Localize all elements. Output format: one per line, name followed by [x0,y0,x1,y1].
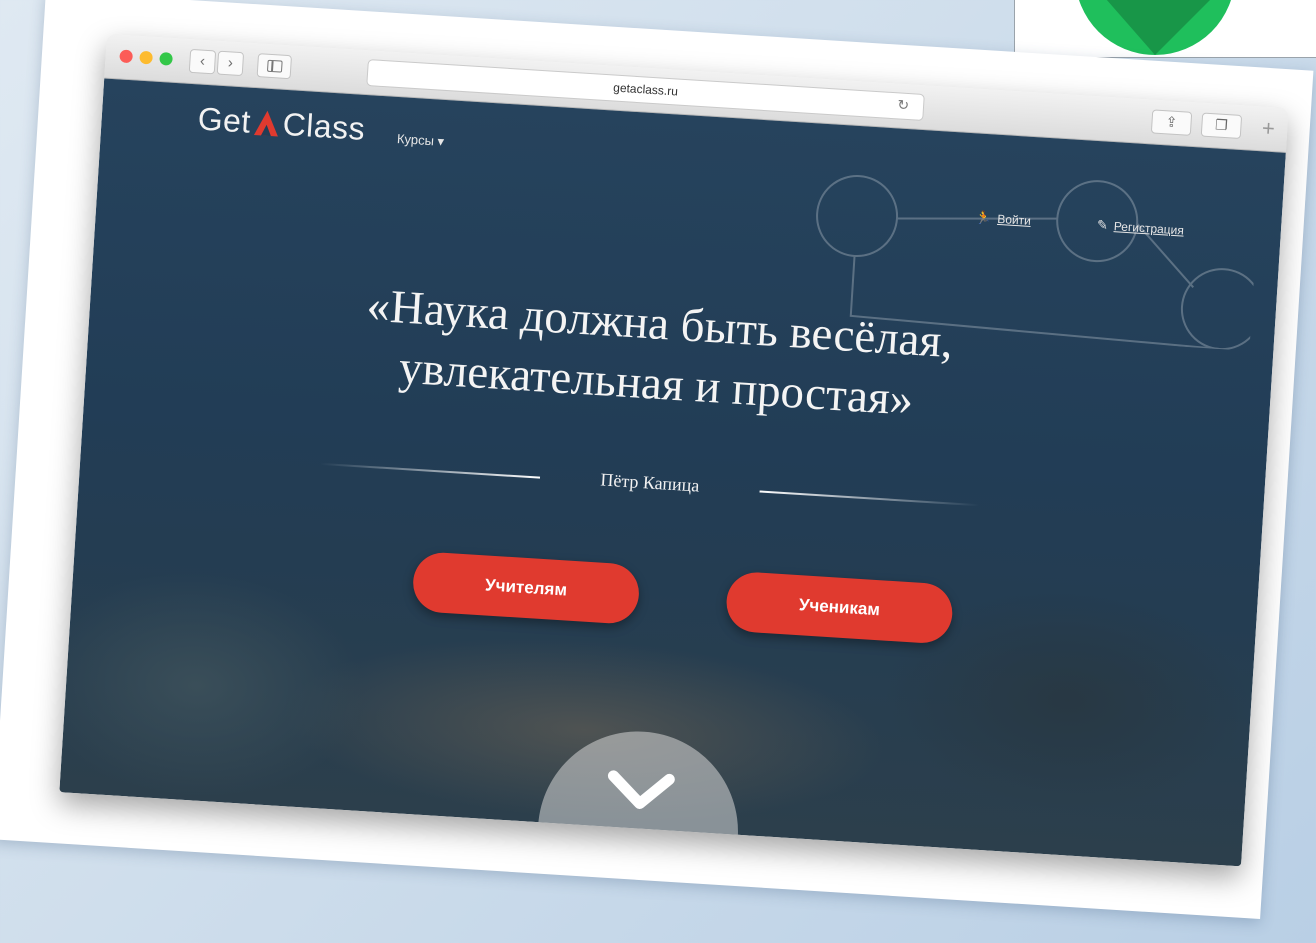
back-button[interactable]: ‹ [188,48,217,75]
share-icon: ⇪ [1165,113,1178,130]
forward-button[interactable]: › [216,50,245,77]
new-tab-button[interactable]: + [1252,115,1284,148]
login-link[interactable]: 🏃 Войти [975,209,1032,228]
logo-a-icon [254,110,278,137]
teachers-button[interactable]: Учителям [411,550,641,626]
browser-window: ‹ › getaclass.ru ↻ ⇪ ❐ + Get Class Курсы… [59,33,1289,867]
login-label: Войти [996,211,1032,228]
site-logo[interactable]: Get Class [197,100,367,147]
tabs-icon: ❐ [1214,116,1229,134]
hero-section: Get Class Курсы ▾ 🏃 Войти ✎ Регистрация «Н… [59,78,1286,867]
courses-menu[interactable]: Курсы ▾ [396,131,445,150]
reload-icon[interactable]: ↻ [897,96,910,114]
students-button[interactable]: Ученикам [724,570,955,645]
sidebar-icon [266,59,283,73]
logo-text-get: Get [196,100,252,140]
register-label: Регистрация [1113,219,1185,238]
close-window-button[interactable] [119,49,134,64]
logo-text-class: Class [281,105,367,147]
zoom-window-button[interactable] [159,51,173,66]
tabs-overview-button[interactable]: ❐ [1200,112,1243,139]
pencil-icon: ✎ [1096,217,1109,233]
minimize-window-button[interactable] [139,50,153,65]
green-circle-logo-icon [1079,0,1231,55]
sidebar-toggle-button[interactable] [256,53,293,80]
share-button[interactable]: ⇪ [1150,109,1193,136]
chevron-down-icon [607,770,675,810]
runner-icon: 🏃 [974,209,992,226]
quote-author: Пётр Капица [599,469,700,496]
corner-emblem [1014,0,1316,58]
quote-author-row: Пётр Капица [319,449,980,520]
